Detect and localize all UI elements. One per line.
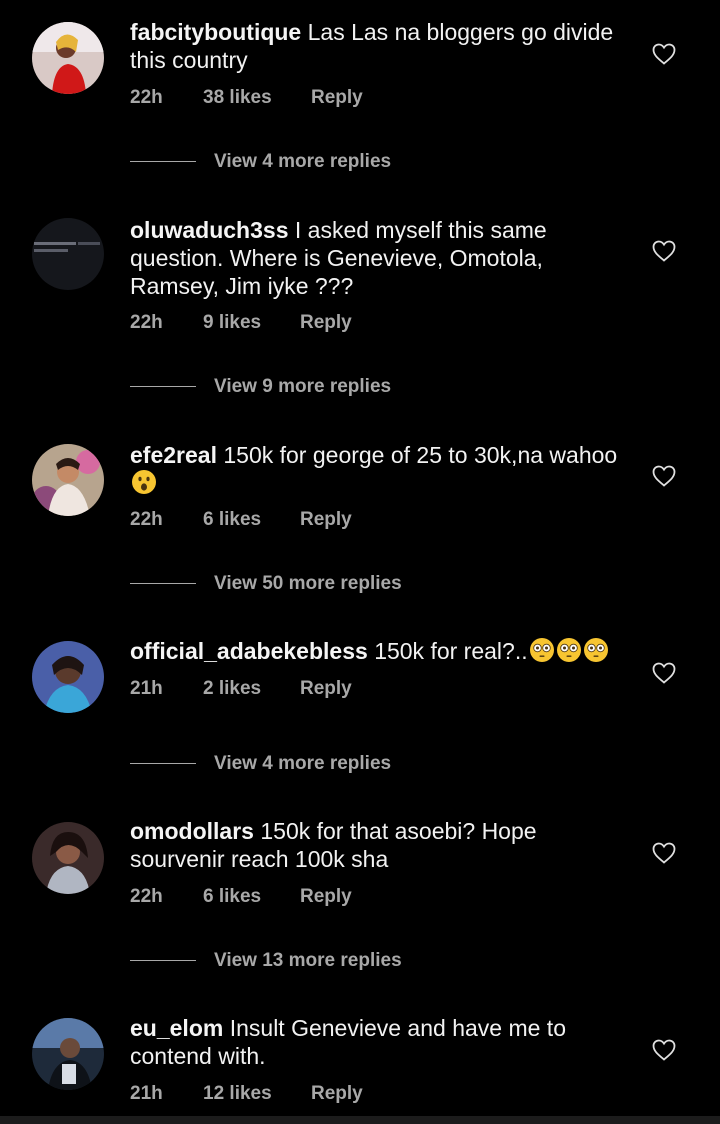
comment-time: 21h (130, 678, 163, 699)
flushed-face-emoji (556, 638, 581, 662)
comment-likes[interactable]: 38 likes (203, 86, 272, 110)
heart-icon[interactable] (652, 465, 676, 487)
comment-username[interactable]: omodollars (130, 818, 254, 844)
comment-body: 150k for george of 25 to 30k,na wahoo (223, 442, 618, 468)
flushed-face-emoji (529, 638, 554, 662)
comment-body: 150k for real?.. (374, 638, 528, 664)
avatar[interactable] (32, 444, 104, 516)
reply-button[interactable]: Reply (300, 508, 352, 532)
astonished-face-emoji (132, 470, 156, 494)
comment-text: omodollars 150k for that asoebi? Hope so… (130, 817, 630, 873)
comment-time: 22h (130, 886, 163, 907)
comment-username[interactable]: official_adabekebless (130, 638, 368, 664)
divider (130, 960, 196, 961)
comment-time: 22h (130, 312, 163, 333)
avatar[interactable] (32, 822, 104, 894)
view-replies-label[interactable]: View 13 more replies (214, 949, 402, 973)
divider (130, 583, 196, 584)
flushed-face-emoji (583, 638, 608, 662)
comment-time: 21h (130, 1083, 163, 1104)
heart-icon[interactable] (652, 1039, 676, 1061)
heart-icon[interactable] (652, 240, 676, 262)
comment-username[interactable]: efe2real (130, 442, 217, 468)
comment-text: fabcityboutique Las Las na bloggers go d… (130, 18, 630, 74)
avatar[interactable] (32, 1018, 104, 1090)
avatar[interactable] (32, 218, 104, 290)
heart-icon[interactable] (652, 842, 676, 864)
comment-likes[interactable]: 9 likes (203, 311, 261, 335)
comment-time: 22h (130, 509, 163, 530)
avatar[interactable] (32, 641, 104, 713)
comment-username[interactable]: eu_elom (130, 1015, 223, 1041)
divider (130, 386, 196, 387)
reply-button[interactable]: Reply (300, 677, 352, 701)
comment-username[interactable]: fabcityboutique (130, 19, 301, 45)
comment-time: 22h (130, 87, 163, 108)
avatar[interactable] (32, 22, 104, 94)
divider (130, 161, 196, 162)
view-replies-label[interactable]: View 4 more replies (214, 150, 391, 174)
heart-icon[interactable] (652, 43, 676, 65)
view-replies-label[interactable]: View 4 more replies (214, 752, 391, 776)
comment-username[interactable]: oluwaduch3ss (130, 217, 288, 243)
reply-button[interactable]: Reply (300, 885, 352, 909)
comment-text: official_adabekebless 150k for real?.. (130, 637, 630, 665)
comment-text: oluwaduch3ss I asked myself this same qu… (130, 216, 630, 300)
divider (130, 763, 196, 764)
view-replies-label[interactable]: View 9 more replies (214, 375, 391, 399)
comment-text: eu_elom Insult Genevieve and have me to … (130, 1014, 630, 1070)
reply-button[interactable]: Reply (300, 311, 352, 335)
reply-button[interactable]: Reply (311, 1082, 363, 1106)
view-replies-label[interactable]: View 50 more replies (214, 572, 402, 596)
heart-icon[interactable] (652, 662, 676, 684)
comment-likes[interactable]: 12 likes (203, 1082, 272, 1106)
comment-likes[interactable]: 6 likes (203, 885, 261, 909)
reply-button[interactable]: Reply (311, 86, 363, 110)
comment-likes[interactable]: 6 likes (203, 508, 261, 532)
bottom-bar (0, 1116, 720, 1124)
comment-text: efe2real 150k for george of 25 to 30k,na… (130, 441, 630, 497)
comment-likes[interactable]: 2 likes (203, 677, 261, 701)
